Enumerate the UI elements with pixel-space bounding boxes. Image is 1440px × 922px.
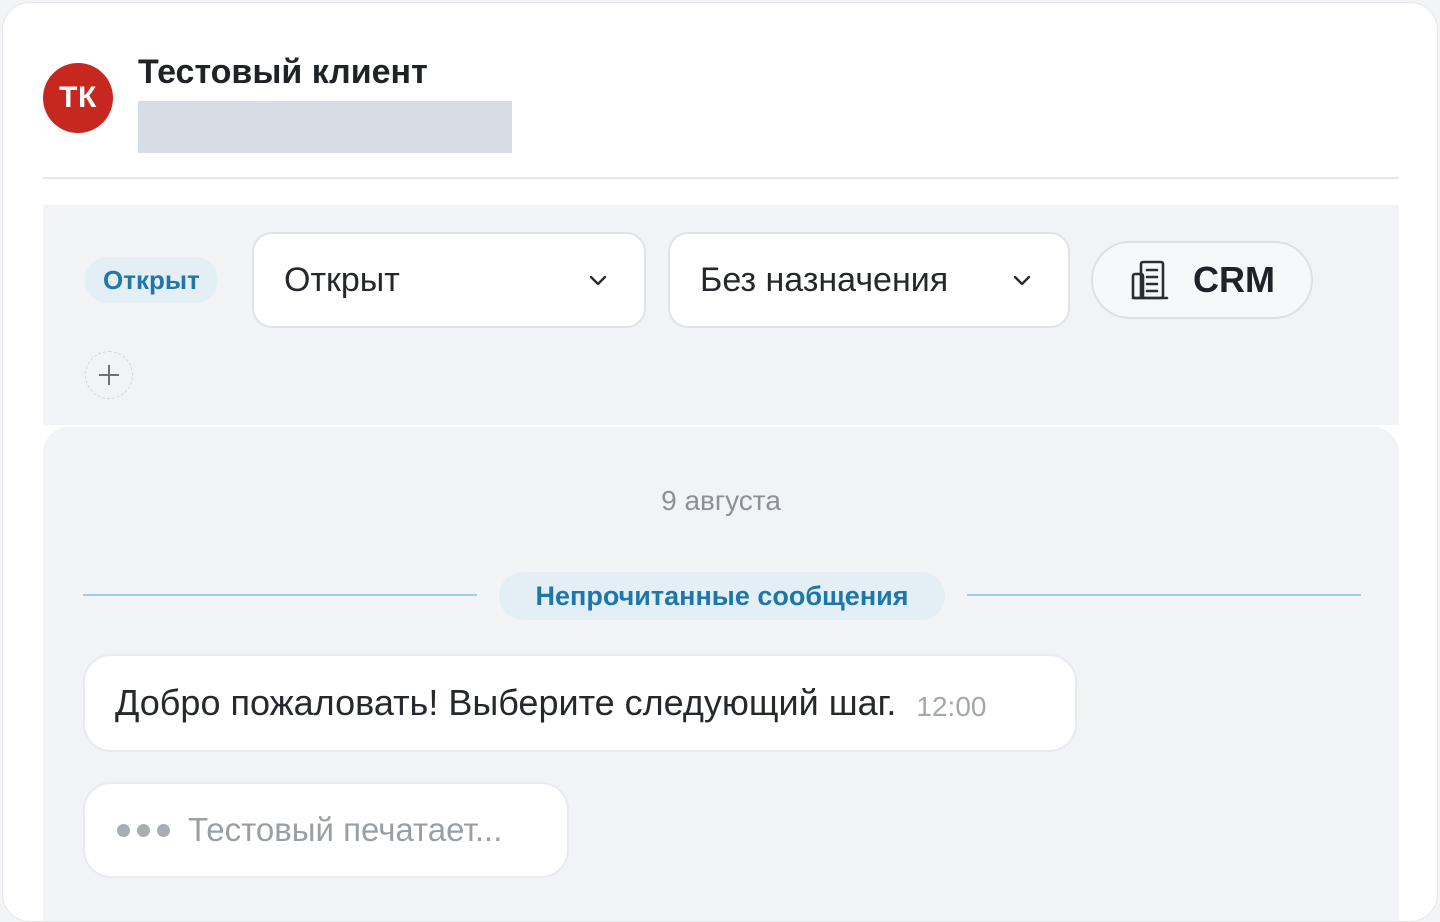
message-text: Добро пожаловать! Выберите следующий шаг… (115, 682, 897, 723)
message-bubble[interactable]: Добро пожаловать! Выберите следующий шаг… (83, 654, 1077, 752)
client-avatar[interactable]: ТК (43, 63, 113, 133)
add-tag-button[interactable] (85, 351, 133, 399)
conversation-toolbar: Открыт Открыт Без назначения CRM (43, 205, 1399, 425)
chevron-down-icon (589, 275, 607, 286)
crm-button-label: CRM (1193, 259, 1275, 300)
assignee-select[interactable]: Без назначения (668, 232, 1070, 328)
typing-text: Тестовый печатает... (188, 811, 503, 848)
status-select[interactable]: Открыт (252, 232, 646, 328)
crm-button[interactable]: CRM (1091, 241, 1313, 319)
client-name: Тестовый клиент (138, 53, 428, 91)
assignee-select-value: Без назначения (700, 260, 949, 299)
conversation-header: ТК Тестовый клиент (43, 43, 1399, 179)
typing-indicator: Тестовый печатает... (83, 782, 569, 878)
unread-divider-line-right (967, 594, 1361, 596)
date-divider: 9 августа (661, 485, 781, 516)
building-icon (1131, 260, 1169, 300)
conversation-window: ТК Тестовый клиент Открыт Открыт Без наз… (2, 2, 1438, 922)
chat-area: 9 августа Непрочитанные сообщения Добро … (43, 427, 1399, 921)
status-select-value: Открыт (284, 260, 400, 299)
unread-messages-label: Непрочитанные сообщения (499, 572, 945, 620)
message-time: 12:00 (916, 691, 987, 722)
plus-icon (99, 365, 119, 385)
redacted-contact-info (138, 101, 512, 153)
status-badge: Открыт (85, 257, 218, 303)
typing-dots-icon (117, 823, 170, 837)
unread-divider-line-left (83, 594, 477, 596)
chevron-down-icon (1013, 275, 1031, 286)
